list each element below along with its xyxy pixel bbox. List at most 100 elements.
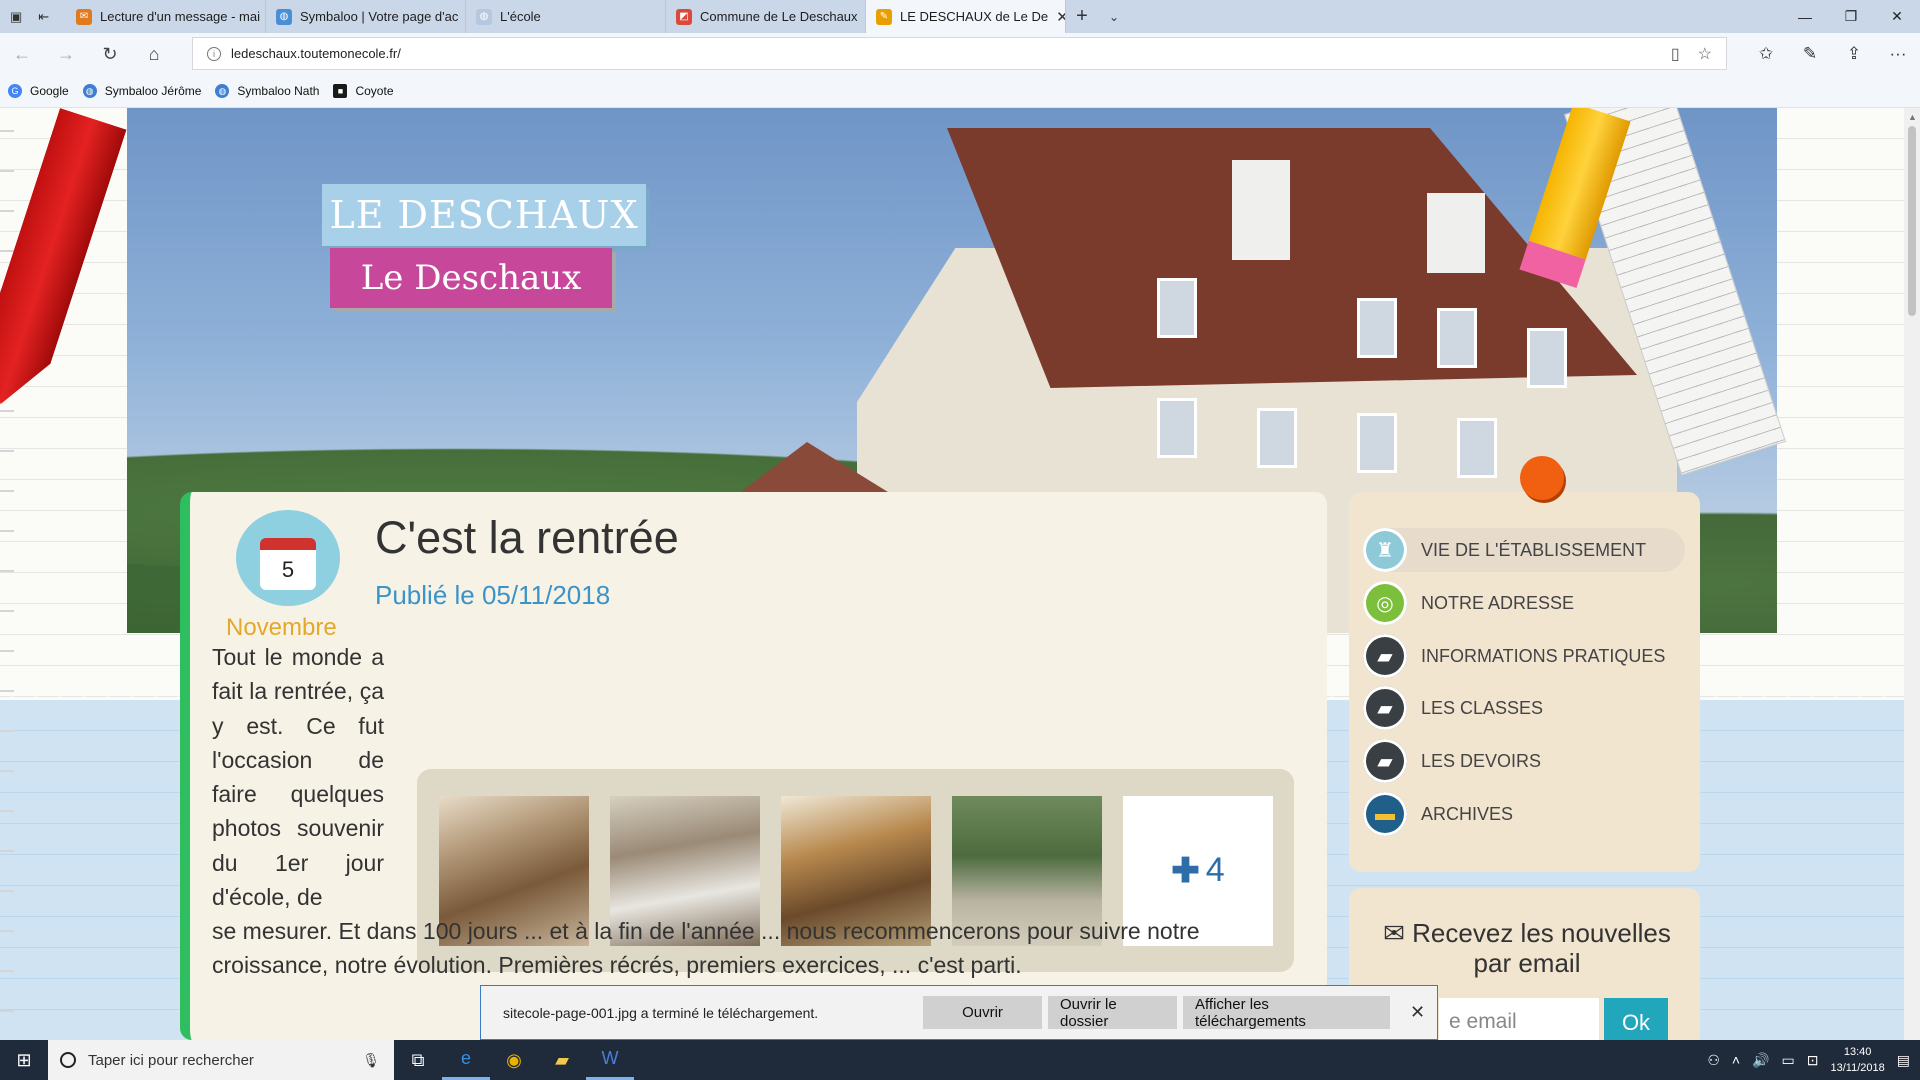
- open-folder-button[interactable]: Ouvrir le dossier: [1048, 996, 1177, 1030]
- banner-window: [1457, 418, 1497, 478]
- scroll-up-icon[interactable]: ▲: [1908, 112, 1917, 122]
- newsletter-title: ✉ Recevez les nouvelles par email: [1367, 918, 1687, 978]
- tab-symbaloo[interactable]: ◍ Symbaloo | Votre page d'ac: [266, 0, 466, 33]
- tab-le-deschaux[interactable]: ✎ LE DESCHAUX de Le De ✕: [866, 0, 1066, 33]
- banner-window: [1157, 278, 1197, 338]
- close-download-icon[interactable]: ✕: [1410, 1002, 1425, 1023]
- network-icon[interactable]: ⊡: [1807, 1052, 1819, 1069]
- favorite-google[interactable]: G Google: [8, 84, 69, 98]
- newsletter-ok-button[interactable]: Ok: [1604, 998, 1668, 1040]
- post-title[interactable]: C'est la rentrée: [375, 512, 679, 564]
- windows-start-icon[interactable]: ⊞: [0, 1040, 48, 1080]
- menu-item-vie-etablissement[interactable]: ♜ VIE DE L'ÉTABLISSEMENT: [1363, 528, 1685, 572]
- restore-icon[interactable]: ❐: [1828, 0, 1874, 33]
- file-explorer-icon[interactable]: ▰: [538, 1040, 586, 1080]
- reading-view-icon[interactable]: ▯: [1671, 44, 1680, 64]
- home-icon[interactable]: ⌂: [132, 33, 176, 75]
- taskbar-search[interactable]: Taper ici pour rechercher 🎙: [48, 1040, 394, 1080]
- chrome-icon[interactable]: ◉: [490, 1040, 538, 1080]
- open-file-button[interactable]: Ouvrir: [923, 996, 1042, 1029]
- minimize-icon[interactable]: —: [1782, 0, 1828, 33]
- people-icon[interactable]: ⚇: [1707, 1052, 1720, 1069]
- newsletter-email-input[interactable]: e email: [1439, 998, 1599, 1040]
- favorite-symbaloo-jerome[interactable]: ◍ Symbaloo Jérôme: [82, 84, 202, 98]
- coyote-icon: ■: [333, 84, 348, 98]
- banner-window: [1527, 328, 1567, 388]
- notes-pen-icon[interactable]: ✎: [1788, 33, 1832, 75]
- symbaloo-favicon-icon: ◍: [276, 8, 292, 25]
- site-info-icon[interactable]: i: [207, 46, 221, 61]
- new-tab-icon[interactable]: +: [1066, 5, 1098, 28]
- taskbar-search-placeholder: Taper ici pour rechercher: [88, 1051, 254, 1069]
- system-tray: ⚇ ˄ 🔊 ▭ ⊡ 13:40 13/11/2018 ▤: [1707, 1044, 1920, 1076]
- favorite-symbaloo-nath[interactable]: ◍ Symbaloo Nath: [215, 84, 319, 98]
- download-message: sitecole-page-001.jpg a terminé le téléc…: [503, 1004, 819, 1021]
- tab-mail[interactable]: ✉ Lecture d'un message - mai: [66, 0, 266, 33]
- menu-item-informations-pratiques[interactable]: ▰ INFORMATIONS PRATIQUES: [1363, 634, 1685, 678]
- favorite-coyote[interactable]: ■ Coyote: [333, 84, 394, 98]
- menu-item-label: INFORMATIONS PRATIQUES: [1421, 645, 1666, 666]
- tray-chevron-icon[interactable]: ˄: [1732, 1052, 1740, 1068]
- tab-ecole[interactable]: ◍ L'école: [466, 0, 666, 33]
- menu-item-les-devoirs[interactable]: ▰ LES DEVOIRS: [1363, 739, 1685, 783]
- favorites-bar: G Google ◍ Symbaloo Jérôme ◍ Symbaloo Na…: [0, 75, 1920, 108]
- menu-item-archives[interactable]: ▬ ARCHIVES: [1363, 792, 1685, 836]
- banner-window: [1357, 298, 1397, 358]
- battery-icon[interactable]: ▭: [1782, 1052, 1795, 1069]
- folder-open-icon: ▰: [1363, 634, 1407, 678]
- folder-open-icon: ▰: [1363, 686, 1407, 730]
- tab-commune[interactable]: ◩ Commune de Le Deschaux: [666, 0, 866, 33]
- mail-favicon-icon: ✉: [76, 8, 92, 25]
- cortana-icon: [60, 1052, 76, 1068]
- volume-icon[interactable]: 🔊: [1752, 1052, 1769, 1069]
- address-bar[interactable]: i ledeschaux.toutemonecole.fr/ ▯ ☆: [192, 37, 1727, 70]
- tab-preview-icon[interactable]: ▣: [10, 9, 22, 25]
- google-icon: G: [8, 84, 22, 98]
- more-menu-icon[interactable]: ···: [1876, 33, 1920, 75]
- favorite-label: Symbaloo Jérôme: [104, 84, 202, 98]
- favorite-label: Symbaloo Nath: [237, 84, 320, 98]
- task-view-icon[interactable]: ⧉: [394, 1040, 442, 1080]
- refresh-icon[interactable]: ↻: [88, 33, 132, 75]
- set-aside-tabs-icon[interactable]: ⇤: [38, 9, 49, 25]
- word-icon[interactable]: W: [586, 1040, 634, 1080]
- pushpin-icon: [1520, 456, 1564, 500]
- post-text-full: se mesurer. Et dans 100 jours ... et à l…: [212, 918, 1200, 979]
- clock-date: 13/11/2018: [1830, 1062, 1885, 1074]
- newsletter-title-text: Recevez les nouvelles par email: [1412, 918, 1671, 978]
- clock-time: 13:40: [1843, 1046, 1872, 1058]
- banner-window: [1257, 408, 1297, 468]
- edge-icon[interactable]: e: [442, 1040, 490, 1080]
- favorite-star-icon[interactable]: ☆: [1698, 44, 1712, 64]
- menu-item-label: LES DEVOIRS: [1421, 750, 1542, 771]
- commune-favicon-icon: ◩: [676, 8, 692, 25]
- chevron-down-icon[interactable]: ⌄: [1098, 10, 1130, 24]
- share-icon[interactable]: ⇪: [1832, 33, 1876, 75]
- microphone-icon[interactable]: 🎙: [362, 1052, 380, 1069]
- url-text[interactable]: ledeschaux.toutemonecole.fr/: [231, 46, 401, 61]
- forward-icon[interactable]: →: [44, 33, 88, 75]
- page-scrollbar[interactable]: ▲: [1904, 108, 1920, 1040]
- site-logo-title[interactable]: LE DESCHAUX: [322, 184, 646, 246]
- menu-item-notre-adresse[interactable]: ◎ NOTRE ADRESSE: [1363, 581, 1685, 625]
- tab-title: LE DESCHAUX de Le De: [900, 9, 1049, 24]
- taskbar-clock[interactable]: 13:40 13/11/2018: [1831, 1044, 1885, 1076]
- scrollbar-thumb[interactable]: [1908, 126, 1916, 316]
- menu-item-les-classes[interactable]: ▰ LES CLASSES: [1363, 686, 1685, 730]
- plus-icon: ✚: [1171, 851, 1200, 890]
- windows-taskbar: ⊞ Taper ici pour rechercher 🎙 ⧉ e ◉ ▰ W …: [0, 1040, 1920, 1080]
- action-center-icon[interactable]: ▤: [1897, 1052, 1910, 1069]
- favorites-hub-icon[interactable]: ✩: [1744, 33, 1788, 75]
- menu-item-label: NOTRE ADRESSE: [1421, 592, 1575, 613]
- back-icon[interactable]: ←: [0, 33, 44, 75]
- banner-window: [1437, 308, 1477, 368]
- close-window-icon[interactable]: ✕: [1874, 0, 1920, 33]
- menu-item-label: LES CLASSES: [1421, 697, 1544, 718]
- menu-item-label: ARCHIVES: [1421, 803, 1514, 824]
- calendar-icon: 5: [260, 538, 316, 590]
- symbaloo-icon: ◍: [215, 84, 230, 98]
- show-downloads-button[interactable]: Afficher les téléchargements: [1183, 996, 1390, 1030]
- tab-title: Lecture d'un message - mai: [100, 9, 261, 24]
- site-logo-subtitle[interactable]: Le Deschaux: [330, 248, 612, 308]
- close-tab-icon[interactable]: ✕: [1056, 8, 1065, 26]
